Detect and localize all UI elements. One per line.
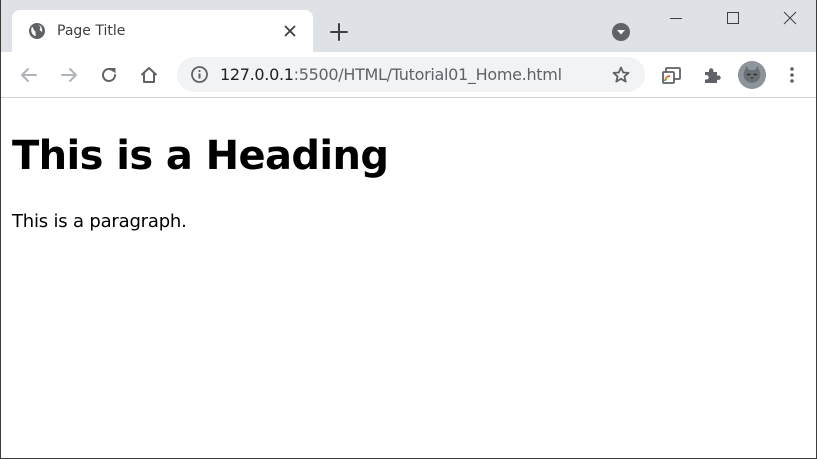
close-window-icon[interactable] — [775, 6, 805, 30]
home-icon[interactable] — [138, 64, 160, 86]
page-heading: This is a Heading — [12, 133, 389, 179]
url-text[interactable]: 127.0.0.1:5500/HTML/Tutorial01_Home.html — [220, 65, 562, 85]
close-tab-icon[interactable] — [282, 23, 298, 39]
kebab-menu-icon[interactable] — [781, 64, 803, 86]
address-bar[interactable]: 127.0.0.1:5500/HTML/Tutorial01_Home.html — [177, 57, 645, 92]
url-host: 127.0.0.1 — [220, 65, 294, 84]
tab-strip: Page Title — [1, 0, 816, 52]
info-icon[interactable] — [190, 65, 209, 84]
tab-title: Page Title — [57, 23, 126, 39]
puzzle-icon[interactable] — [701, 64, 723, 86]
browser-toolbar: 127.0.0.1:5500/HTML/Tutorial01_Home.html — [1, 52, 816, 98]
tab-page-title[interactable]: Page Title — [12, 10, 313, 52]
url-path: :5500/HTML/Tutorial01_Home.html — [293, 65, 562, 84]
maximize-icon[interactable] — [718, 6, 748, 30]
browser-window: Page Title 127.0.0.1:5500/HTML/Tutorial0… — [0, 0, 817, 459]
back-icon[interactable] — [18, 64, 40, 86]
globe-icon — [28, 22, 46, 40]
star-icon[interactable] — [611, 65, 631, 85]
page-content: This is a Heading This is a paragraph. — [1, 98, 816, 458]
cast-icon[interactable] — [661, 64, 683, 86]
page-paragraph: This is a paragraph. — [12, 211, 187, 232]
reload-icon[interactable] — [98, 64, 120, 86]
tab-search-icon[interactable] — [611, 22, 631, 42]
forward-icon[interactable] — [58, 64, 80, 86]
minimize-icon[interactable] — [661, 6, 691, 30]
plus-icon[interactable] — [328, 21, 350, 43]
avatar[interactable] — [738, 61, 766, 89]
